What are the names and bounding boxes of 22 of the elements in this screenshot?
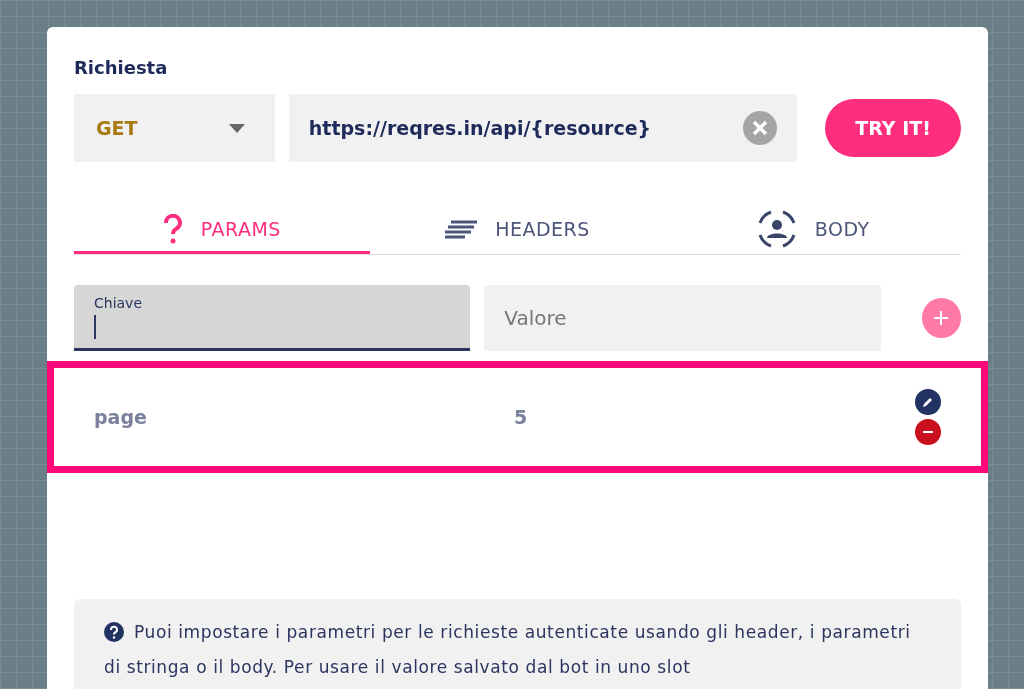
tab[interactable]: HEADERS bbox=[369, 206, 666, 254]
remove-button[interactable] bbox=[915, 419, 941, 445]
minus-icon bbox=[923, 431, 933, 433]
tab[interactable]: PARAMS bbox=[74, 206, 370, 254]
edit-button[interactable] bbox=[915, 389, 941, 415]
param-value: 5 bbox=[514, 406, 529, 428]
lines-icon bbox=[445, 218, 478, 239]
plus-icon bbox=[934, 311, 949, 325]
help-icon bbox=[104, 622, 124, 642]
pencil-icon bbox=[922, 396, 934, 408]
info-text: Puoi impostare i parametri per le richieste autenticate usando gli header, i parametri di stringa o il body. Per usare il valore salvato dal bot in uno slot bbox=[104, 621, 912, 679]
tab[interactable]: BODY bbox=[665, 206, 961, 254]
try-it-button[interactable]: TRY IT! bbox=[825, 99, 961, 157]
caret-icon bbox=[228, 123, 245, 133]
question-icon bbox=[162, 213, 183, 244]
param-key: page bbox=[94, 406, 514, 428]
text-cursor bbox=[94, 314, 96, 339]
key-field[interactable]: Chiave bbox=[74, 285, 471, 351]
url-field[interactable]: https://reqres.in/api/{resource} bbox=[288, 94, 798, 162]
person-scan-icon bbox=[756, 208, 797, 249]
panel-title: Richiesta bbox=[74, 57, 169, 78]
value-field[interactable]: Valore bbox=[484, 285, 881, 351]
